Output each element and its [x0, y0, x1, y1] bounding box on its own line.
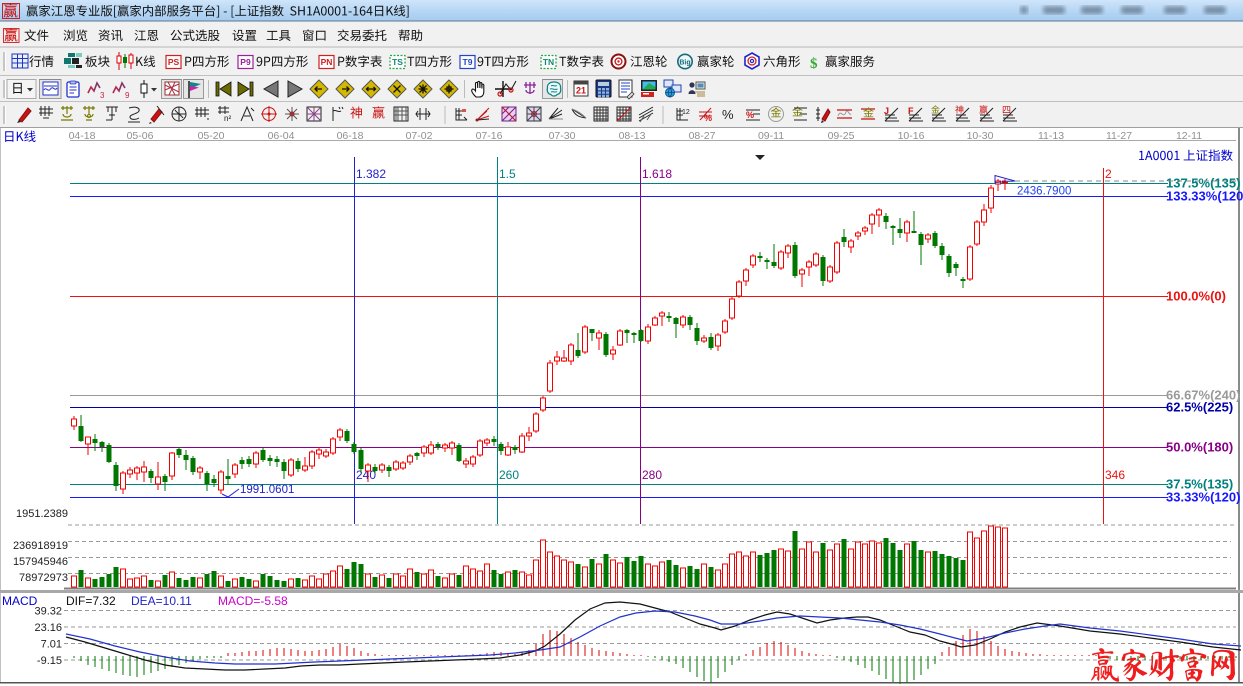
svg-text:%: %: [722, 107, 734, 122]
svg-text:260: 260: [499, 468, 519, 482]
svg-text:23.16: 23.16: [34, 622, 62, 634]
svg-text:TN: TN: [543, 57, 554, 67]
svg-text:50.0%(180): 50.0%(180): [1166, 440, 1233, 455]
svg-text:2436.7900: 2436.7900: [1017, 186, 1071, 198]
svg-text:-9.15: -9.15: [37, 655, 62, 667]
svg-text:%: %: [746, 110, 754, 120]
svg-text:62.5%(225): 62.5%(225): [1166, 400, 1233, 415]
svg-text:DEA=10.11: DEA=10.11: [131, 594, 192, 608]
svg-text:1.5: 1.5: [499, 167, 516, 181]
svg-text:39.32: 39.32: [34, 606, 62, 618]
svg-text:$: $: [810, 56, 818, 72]
svg-text:1991.0601: 1991.0601: [240, 484, 294, 496]
svg-text:2: 2: [1105, 167, 1112, 181]
svg-text:PS: PS: [168, 57, 180, 67]
svg-text:346: 346: [1105, 468, 1125, 482]
svg-text:Big: Big: [679, 59, 690, 66]
svg-text:F: F: [908, 106, 914, 116]
svg-text:100.0%(0): 100.0%(0): [1166, 289, 1226, 304]
svg-text:33.33%(120): 33.33%(120): [1166, 490, 1240, 505]
svg-text:%: %: [704, 113, 712, 123]
svg-text:133.33%(120): 133.33%(120): [1166, 189, 1243, 204]
svg-text:MACD: MACD: [2, 594, 38, 608]
svg-text:3: 3: [100, 91, 105, 100]
svg-text:DIF=7.32: DIF=7.32: [66, 594, 116, 608]
svg-text:n²: n²: [224, 114, 231, 123]
svg-text:21: 21: [576, 86, 586, 96]
svg-text:236918919: 236918919: [13, 540, 68, 552]
svg-text:MACD=-5.58: MACD=-5.58: [218, 594, 288, 608]
svg-text:280: 280: [642, 468, 662, 482]
svg-text:T9: T9: [463, 57, 473, 67]
svg-text:12: 12: [682, 109, 690, 116]
svg-text:78972973: 78972973: [19, 572, 68, 584]
svg-text:9: 9: [125, 91, 130, 100]
svg-text:J: J: [884, 106, 889, 116]
svg-text:157945946: 157945946: [13, 556, 68, 568]
svg-text:PN: PN: [321, 57, 333, 67]
svg-text:TS: TS: [392, 57, 403, 67]
svg-text:7.01: 7.01: [41, 639, 62, 651]
svg-text:P9: P9: [240, 57, 251, 67]
svg-text:1.618: 1.618: [642, 167, 672, 181]
svg-text:1.382: 1.382: [356, 167, 386, 181]
svg-text:1951.2389: 1951.2389: [16, 508, 68, 520]
